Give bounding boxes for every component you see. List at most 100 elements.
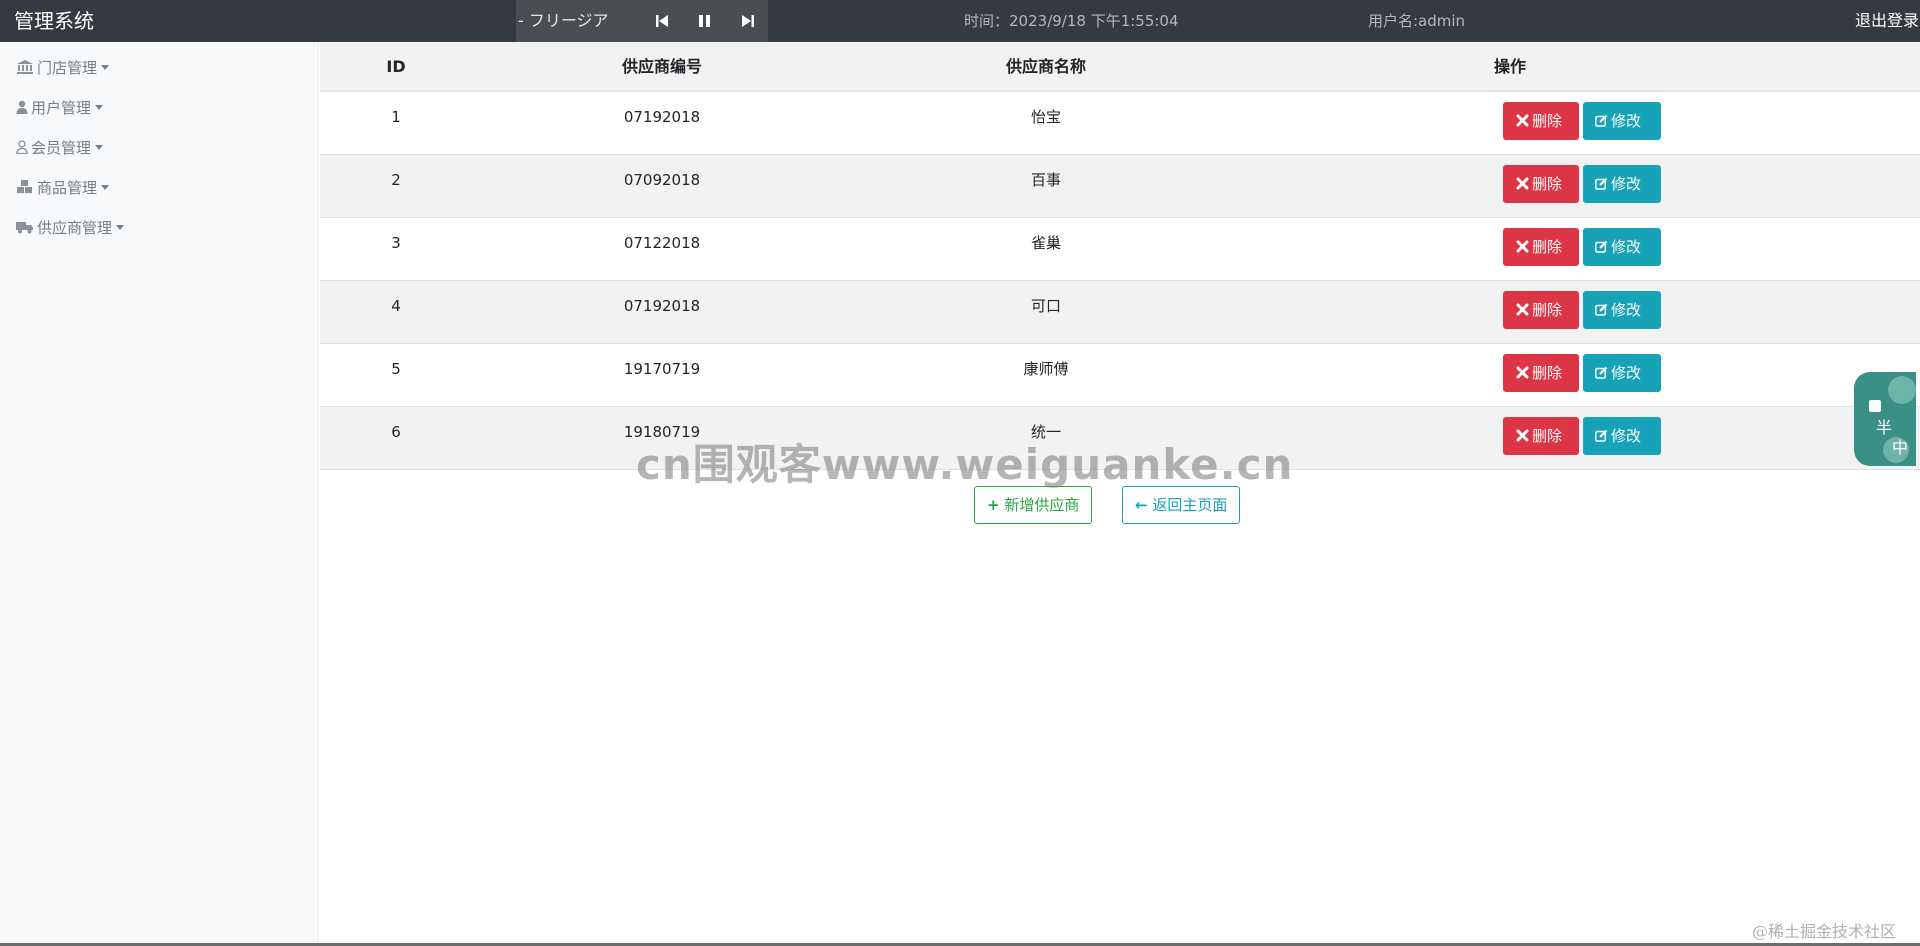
player-track-title: - フリージア (518, 11, 609, 30)
cell-code: 19170719 (623, 360, 701, 378)
time-value: 2023/9/18 下午1:55:04 (1009, 12, 1179, 30)
cell-code: 07192018 (623, 108, 701, 126)
sidebar-item-label: 门店管理 (37, 59, 98, 77)
edit-button[interactable]: 修改 (1583, 291, 1661, 329)
row-actions: 删除 修改 (1503, 291, 1661, 329)
sidebar-item-members[interactable]: 会员管理 (16, 136, 104, 160)
edit-icon (1595, 429, 1608, 442)
username-display: 用户名:admin (1368, 12, 1466, 30)
user-icon (16, 100, 28, 114)
user-outline-icon (16, 140, 28, 154)
edit-button[interactable]: 修改 (1583, 165, 1661, 203)
table-row: 4 07192018 可口 删除 修改 (320, 281, 1920, 344)
truck-icon (16, 220, 34, 234)
footer-watermark: @稀土掘金技术社区 (1752, 922, 1897, 941)
edit-button[interactable]: 修改 (1583, 102, 1661, 140)
table-row: 1 07192018 怡宝 删除 修改 (320, 92, 1920, 155)
delete-label: 删除 (1532, 364, 1563, 382)
top-navbar: 管理系统 - フリージア 时间：2023/9/18 下午1:55:04 用户名:… (0, 0, 1920, 42)
sidebar-item-products[interactable]: 商品管理 (16, 176, 110, 200)
skip-back-icon[interactable] (652, 11, 672, 31)
edit-icon (1595, 177, 1608, 190)
skip-forward-icon[interactable] (738, 11, 758, 31)
cell-id: 3 (391, 234, 401, 252)
delete-button[interactable]: 删除 (1503, 102, 1579, 140)
delete-button[interactable]: 删除 (1503, 291, 1579, 329)
times-icon (1516, 303, 1529, 316)
logout-link[interactable]: 退出登录 (1855, 0, 1920, 42)
times-icon (1516, 366, 1529, 379)
row-actions: 删除 修改 (1503, 354, 1661, 392)
times-icon (1516, 240, 1529, 253)
delete-label: 删除 (1532, 301, 1563, 319)
brand-title[interactable]: 管理系统 (14, 0, 94, 42)
column-header-actions: 操作 (1493, 57, 1526, 76)
row-actions: 删除 修改 (1503, 165, 1661, 203)
back-home-label: 返回主页面 (1152, 496, 1228, 514)
music-player: - フリージア (516, 0, 768, 42)
cell-id: 1 (391, 108, 401, 126)
plus-icon: + (987, 496, 1000, 514)
sidebar-item-users[interactable]: 用户管理 (16, 96, 104, 120)
delete-button[interactable]: 删除 (1503, 165, 1579, 203)
widget-char: 中 (1892, 438, 1909, 457)
pause-icon[interactable] (695, 11, 715, 31)
bank-icon (16, 60, 34, 74)
delete-button[interactable]: 删除 (1503, 417, 1579, 455)
cell-id: 2 (391, 171, 401, 189)
chevron-down-icon (95, 105, 104, 110)
times-icon (1516, 177, 1529, 190)
sidebar-item-label: 用户管理 (31, 99, 92, 117)
time-label: 时间： (964, 12, 1010, 30)
cell-code: 07122018 (623, 234, 701, 252)
edit-icon (1595, 240, 1608, 253)
edit-icon (1595, 366, 1608, 379)
cell-id: 6 (391, 423, 401, 441)
supplier-table: ID 供应商编号 供应商名称 操作 1 07192018 怡宝 删除 修改 2 0… (320, 42, 1920, 470)
edit-icon (1595, 303, 1608, 316)
sidebar-item-suppliers[interactable]: 供应商管理 (16, 216, 125, 240)
delete-label: 删除 (1532, 427, 1563, 445)
edit-label: 修改 (1611, 427, 1642, 445)
times-icon (1516, 429, 1529, 442)
delete-label: 删除 (1532, 238, 1563, 256)
column-header-code: 供应商编号 (621, 57, 702, 76)
cell-id: 4 (391, 297, 401, 315)
chevron-down-icon (116, 225, 125, 230)
edit-label: 修改 (1611, 238, 1642, 256)
column-header-id: ID (386, 57, 406, 76)
cell-id: 5 (391, 360, 401, 378)
sidebar-item-stores[interactable]: 门店管理 (16, 56, 110, 80)
times-icon (1516, 114, 1529, 127)
widget-char: 半 (1876, 418, 1893, 437)
table-row: 5 19170719 康师傅 删除 修改 (320, 344, 1920, 407)
delete-button[interactable]: 删除 (1503, 228, 1579, 266)
main-content: ID 供应商编号 供应商名称 操作 1 07192018 怡宝 删除 修改 2 0… (320, 42, 1920, 946)
cell-name: 百事 (1030, 171, 1061, 189)
edit-button[interactable]: 修改 (1583, 228, 1661, 266)
row-actions: 删除 修改 (1503, 102, 1661, 140)
cell-name: 怡宝 (1030, 108, 1061, 126)
delete-label: 删除 (1532, 175, 1563, 193)
delete-button[interactable]: 删除 (1503, 354, 1579, 392)
sidebar: 门店管理 用户管理 会员管理 商品管理 供应商管理 (0, 42, 319, 946)
current-time: 时间：2023/9/18 下午1:55:04 (964, 0, 1179, 42)
edit-label: 修改 (1611, 175, 1642, 193)
cell-name: 雀巢 (1030, 234, 1061, 252)
sidebar-item-label: 供应商管理 (37, 219, 113, 237)
table-row: 3 07122018 雀巢 删除 修改 (320, 218, 1920, 281)
add-supplier-label: 新增供应商 (1004, 496, 1080, 514)
edit-button[interactable]: 修改 (1583, 354, 1661, 392)
cell-code: 07192018 (623, 297, 701, 315)
cell-name: 康师傅 (1023, 360, 1069, 378)
floating-widget[interactable]: 半 中 (1854, 372, 1916, 466)
edit-label: 修改 (1611, 364, 1642, 382)
cell-name: 可口 (1030, 297, 1061, 315)
row-actions: 删除 修改 (1503, 228, 1661, 266)
cubes-icon (16, 180, 34, 194)
chevron-down-icon (95, 145, 104, 150)
edit-label: 修改 (1611, 301, 1642, 319)
edit-button[interactable]: 修改 (1583, 417, 1661, 455)
cell-code: 07092018 (623, 171, 701, 189)
edit-icon (1595, 114, 1608, 127)
